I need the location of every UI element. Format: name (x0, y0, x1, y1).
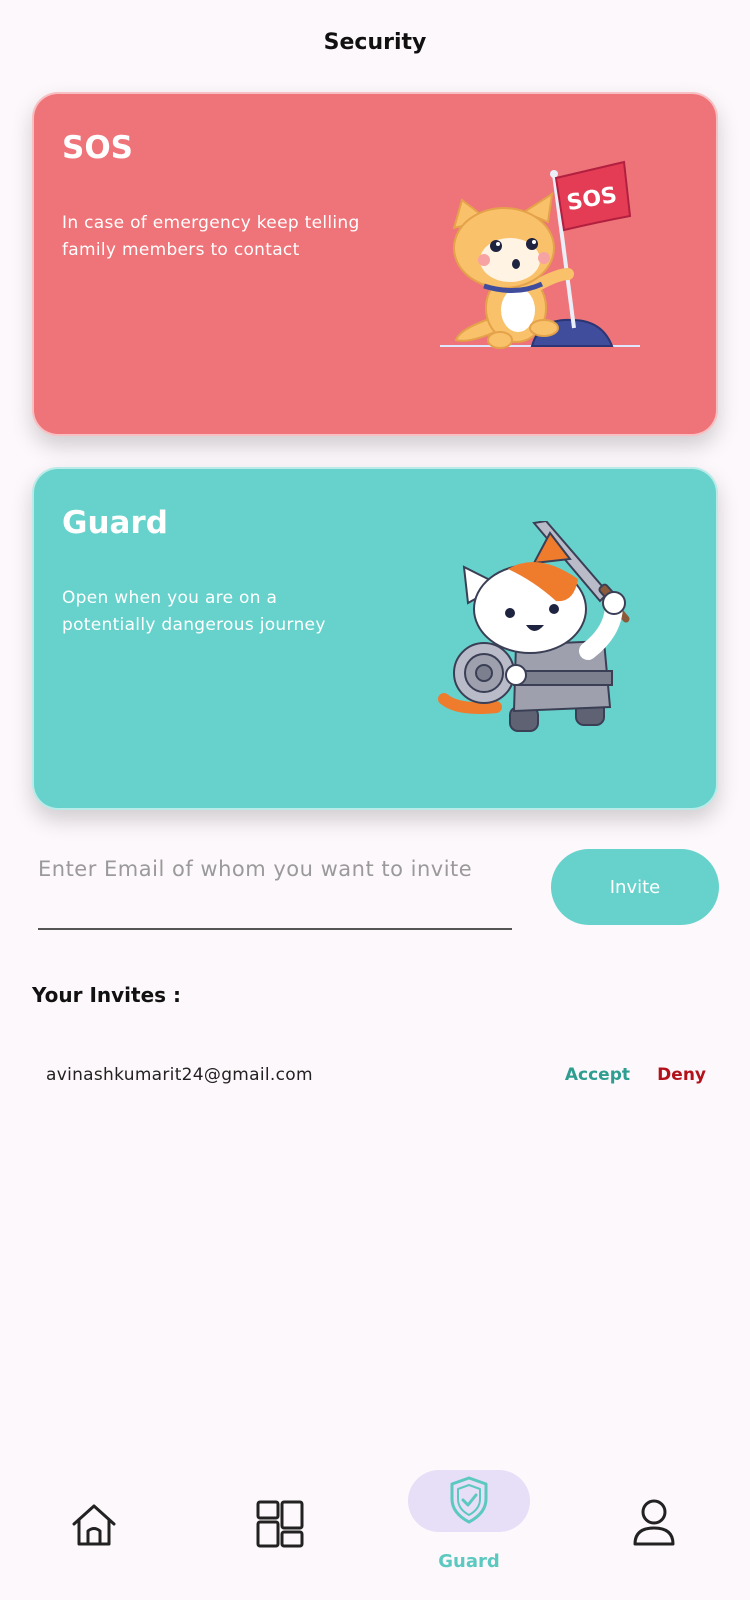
nav-dashboard[interactable] (256, 1500, 304, 1548)
home-icon (72, 1504, 116, 1546)
guard-card-title: Guard (62, 505, 168, 541)
deny-invite-button[interactable]: Deny (657, 1065, 706, 1085)
sos-cat-illustration: SOS (440, 160, 640, 349)
sos-card[interactable]: SOS In case of emergency keep telling fa… (32, 92, 718, 436)
accept-invite-button[interactable]: Accept (565, 1065, 630, 1085)
guard-cat-illustration (438, 521, 630, 732)
page-title: Security (323, 30, 427, 55)
guard-card[interactable]: Guard Open when you are on a potentially… (32, 467, 718, 810)
invite-email-input[interactable] (38, 852, 512, 928)
sos-card-description: In case of emergency keep telling family… (62, 213, 360, 260)
nav-profile[interactable] (632, 1498, 676, 1548)
bottom-navigation: Guard (0, 1450, 750, 1600)
invite-list-item: avinashkumarit24@gmail.com Accept Deny (46, 1063, 706, 1093)
nav-guard-label[interactable]: Guard (408, 1551, 530, 1572)
sos-card-title: SOS (62, 130, 134, 166)
email-field-wrapper (38, 852, 512, 930)
nav-guard[interactable] (448, 1475, 490, 1525)
user-icon (633, 1499, 675, 1546)
dashboard-icon (256, 1500, 304, 1548)
invite-button[interactable]: Invite (551, 849, 719, 925)
shield-check-icon (450, 1476, 488, 1524)
guard-card-description: Open when you are on a potentially dange… (62, 588, 326, 635)
nav-home[interactable] (69, 1500, 119, 1550)
invite-email: avinashkumarit24@gmail.com (46, 1065, 313, 1085)
invites-heading: Your Invites : (32, 983, 182, 1007)
